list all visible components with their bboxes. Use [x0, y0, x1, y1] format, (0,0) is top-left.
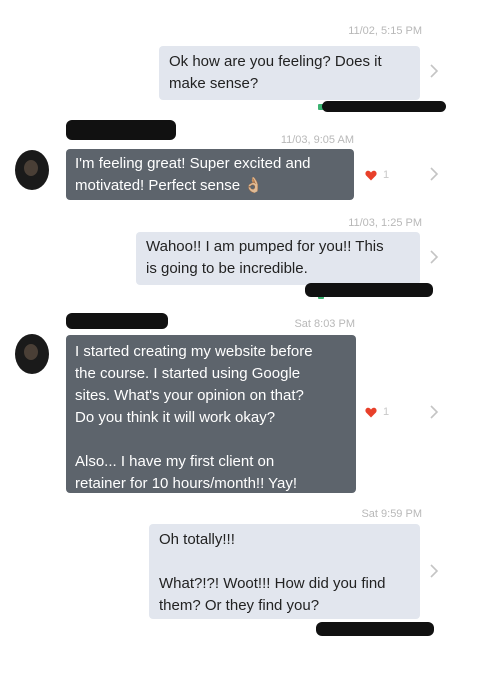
reaction-count: 1	[383, 169, 390, 181]
message-bubble-outgoing[interactable]: Ok how are you feeling? Does it make sen…	[159, 46, 420, 100]
chevron-right-icon[interactable]	[426, 248, 442, 266]
chevron-right-icon[interactable]	[426, 165, 442, 183]
redaction-bar	[322, 101, 446, 112]
timestamp: 11/03, 1:25 PM	[348, 217, 422, 229]
message-bubble-incoming[interactable]: I started creating my website before the…	[66, 335, 356, 493]
chevron-right-icon[interactable]	[426, 403, 442, 421]
redaction-bar	[316, 622, 434, 636]
heart-icon	[365, 170, 377, 180]
redaction-bar	[305, 283, 433, 297]
timestamp: 11/02, 5:15 PM	[348, 25, 422, 37]
chevron-right-icon[interactable]	[426, 62, 442, 80]
redaction-bar	[66, 120, 176, 140]
message-bubble-outgoing[interactable]: Oh totally!!! What?!?! Woot!!! How did y…	[149, 524, 420, 619]
reaction-badge[interactable]: 1	[365, 406, 389, 418]
redaction-bar	[66, 313, 168, 329]
reaction-badge[interactable]: 1	[365, 169, 389, 181]
timestamp: Sat 8:03 PM	[294, 318, 355, 330]
timestamp: 11/03, 9:05 AM	[280, 134, 354, 146]
chevron-right-icon[interactable]	[426, 562, 442, 580]
message-bubble-outgoing[interactable]: Wahoo!! I am pumped for you!! This is go…	[136, 232, 420, 285]
heart-icon	[365, 407, 377, 417]
avatar[interactable]	[15, 150, 49, 190]
reaction-count: 1	[383, 406, 390, 418]
message-bubble-incoming[interactable]: I'm feeling great! Super excited and mot…	[66, 149, 354, 200]
timestamp: Sat 9:59 PM	[361, 508, 422, 520]
avatar[interactable]	[15, 334, 49, 374]
